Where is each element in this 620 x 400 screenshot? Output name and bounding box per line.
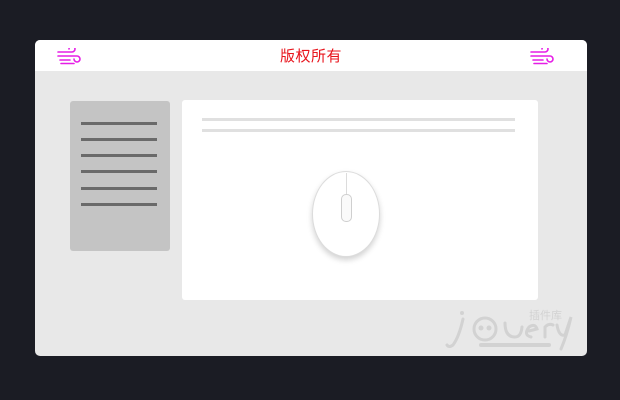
watermark-text: 插件库: [529, 308, 562, 322]
mouse-wheel: [341, 194, 352, 222]
sidebar-line: [81, 170, 157, 173]
title-bar: 版权所有: [35, 40, 587, 71]
jquery-logo: 插件库: [445, 305, 580, 351]
sidebar-panel: [70, 101, 170, 251]
sidebar-line: [81, 187, 157, 190]
app-window: 版权所有 插件库: [35, 40, 587, 356]
window-title: 版权所有: [279, 47, 342, 65]
sidebar-line: [81, 154, 157, 157]
sidebar-line: [81, 138, 157, 141]
sidebar-line: [81, 122, 157, 125]
content-line: [202, 118, 515, 121]
sidebar-line: [81, 203, 157, 206]
content-panel: [182, 100, 538, 300]
content-line: [202, 129, 515, 132]
mouse-icon: [312, 171, 380, 257]
wind-icon[interactable]: [530, 45, 554, 66]
